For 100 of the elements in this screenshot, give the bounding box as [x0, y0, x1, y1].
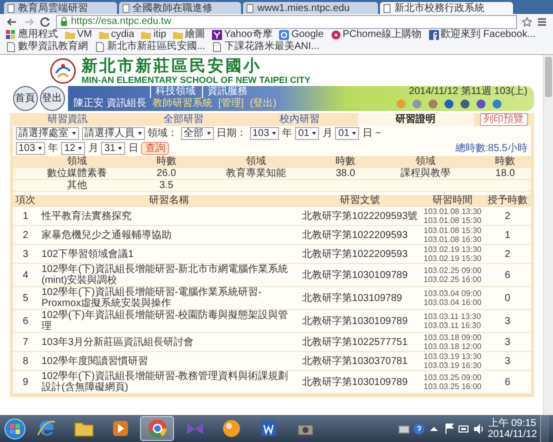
column-header: 時數: [320, 156, 371, 168]
speaker-icon[interactable]: [472, 422, 485, 434]
table-cell: 3.5: [141, 180, 192, 192]
bookmark[interactable]: 應用程式: [6, 29, 58, 41]
table-cell: 數位媒體素養: [12, 168, 142, 180]
dropdown[interactable]: 31: [101, 142, 126, 155]
table-cell: 103.03.18 09:00 103.03.18 12:00: [420, 332, 484, 352]
dropdown[interactable]: 103: [250, 127, 280, 140]
table-cell: 性平教育法實務探究: [38, 206, 300, 226]
bookmark[interactable]: Yahoo奇摩: [212, 29, 272, 41]
table-cell: 北教研字第1030109789: [299, 264, 421, 286]
system-clock[interactable]: 上午 09:15 2014/11/12: [488, 418, 537, 440]
table-cell: 北教研字第1030109789: [299, 370, 421, 394]
system-name: 教師研習系統: [152, 98, 212, 110]
dropdown[interactable]: 103: [16, 142, 46, 155]
filter-label: 領域：: [148, 128, 178, 140]
dropdown[interactable]: 請選擇處室: [16, 127, 78, 140]
dropdown[interactable]: 請選擇人員: [82, 127, 144, 140]
table-cell: 3: [484, 310, 530, 332]
column-header: 領域: [192, 156, 320, 168]
filter-label: 日期：: [216, 128, 246, 140]
table-cell: 家暴危機兒少之通報輔導協助: [38, 226, 300, 244]
table-cell: 5: [12, 286, 38, 310]
search-button[interactable]: 查詢: [141, 142, 170, 155]
bookmark[interactable]: 下課花路米最美ANI...: [212, 41, 320, 53]
table-cell: 6: [484, 264, 530, 286]
bookmark[interactable]: 繪圖: [173, 29, 206, 41]
table-cell: 103.01.08 15:30 103.01.08 16:30: [420, 226, 484, 244]
page-tab[interactable]: 研習資訊: [10, 113, 126, 126]
column-header: 領域: [370, 156, 480, 168]
filter-label: 年: [48, 142, 58, 154]
table-cell: 0: [484, 286, 530, 310]
browser-tab[interactable]: 新北市校務行政系統: [380, 2, 514, 14]
page-tab[interactable]: 校內研習: [242, 113, 358, 126]
star-icon[interactable]: [522, 16, 532, 26]
bookmark[interactable]: 新北市新莊區民安國...: [95, 41, 206, 53]
network-icon[interactable]: [458, 422, 470, 434]
ball-icon: [220, 418, 242, 439]
page-tab[interactable]: 全部研習: [126, 113, 242, 126]
browser-tab[interactable]: 教育局雲端研習: [4, 2, 117, 14]
page-icon: [95, 42, 105, 52]
user-name: 陳正安 資訊組長: [74, 98, 146, 110]
start-button[interactable]: [4, 418, 26, 440]
table-cell: 北教研字第1022209593號: [299, 206, 421, 226]
table-cell: 9: [12, 370, 38, 394]
table-cell: 102學年度閱讀習慣研習: [38, 352, 300, 370]
round-nav-button[interactable]: 登出: [40, 86, 64, 111]
table-cell: 103.03.19 13:30 103.03.19 16:30: [420, 352, 484, 370]
table-cell: 北教研字第1022209593: [299, 226, 421, 244]
table-cell: 102學年(下)資訊組長增能研習-新北市市網電腦作業系統(mint)安裝與調校: [38, 264, 300, 286]
bookmark[interactable]: 歡迎來到 Facebook...: [428, 29, 536, 41]
nav-link[interactable]: 資訊服務: [202, 86, 248, 98]
keyboard-icon[interactable]: [398, 422, 410, 434]
browser-tab[interactable]: www1.mies.ntpc.edu: [243, 2, 378, 14]
bookmark[interactable]: cydia: [99, 29, 134, 41]
bookmark[interactable]: 數學資訊教育網: [6, 41, 88, 53]
table-cell: 北教研字第1030109789: [299, 310, 421, 332]
filter-label: 日 ~: [362, 128, 382, 140]
table-cell: 26.0: [141, 168, 192, 180]
help-icon[interactable]: [412, 422, 425, 434]
column-header: 時數: [480, 156, 530, 168]
nav-link[interactable]: 科技領域: [150, 86, 196, 98]
column-header: 時數: [141, 156, 192, 168]
menu-icon[interactable]: [537, 16, 547, 26]
chrome-icon: [146, 418, 168, 439]
table-cell: 教育專業知能: [192, 168, 320, 180]
address-field[interactable]: https://esa.ntpc.edu.tw: [56, 14, 517, 28]
dropdown[interactable]: 01: [335, 127, 360, 140]
dropdown[interactable]: 12: [61, 142, 86, 155]
bookmark[interactable]: PChome線上購物: [330, 29, 422, 41]
table-cell: 1: [12, 206, 38, 226]
bookmark[interactable]: VM: [65, 29, 92, 41]
table-cell: 103.02.25 09:00 103.02.25 16:00: [420, 264, 484, 286]
table-cell: 102學(下)年資訊組長增能研習-校園防毒與擬態架設與管理: [38, 310, 300, 332]
print-preview-button[interactable]: 列印預覽: [480, 113, 528, 126]
browser-tab[interactable]: 全國教師在職進修: [118, 2, 242, 14]
filter-label: 年: [282, 128, 292, 140]
bookmark[interactable]: itip: [141, 29, 166, 41]
table-cell: 103.02.19 13:30 103.02.19 15:30: [420, 244, 484, 264]
page-icon: [212, 42, 222, 52]
table-cell: 其他: [12, 180, 142, 192]
show-desktop-button[interactable]: [540, 415, 549, 442]
bookmark[interactable]: Google: [279, 29, 324, 41]
table-cell: 8: [12, 352, 38, 370]
page-tab[interactable]: 研習證明: [358, 113, 474, 126]
table-cell: 6: [12, 310, 38, 332]
dropdown[interactable]: 01: [295, 127, 320, 140]
table-cell: 3: [12, 244, 38, 264]
dropdown[interactable]: 全部: [180, 127, 214, 140]
round-nav-button[interactable]: 首頁: [12, 86, 38, 111]
column-header: 研習名稱: [38, 195, 300, 206]
table-cell: 北教研字第103109789: [299, 286, 421, 310]
flag-icon[interactable]: [442, 422, 455, 434]
column-header: 領域: [12, 156, 142, 168]
reload-icon[interactable]: [40, 16, 51, 26]
back-icon[interactable]: [6, 16, 18, 26]
table-cell: 102學年(下)資訊組長增能研習-教務管理資料與術課規劃設計(含無障礙網頁): [38, 370, 300, 394]
scrollbar[interactable]: [543, 55, 553, 415]
filter-label: 月: [88, 142, 98, 154]
filter-label: 日: [128, 142, 138, 154]
